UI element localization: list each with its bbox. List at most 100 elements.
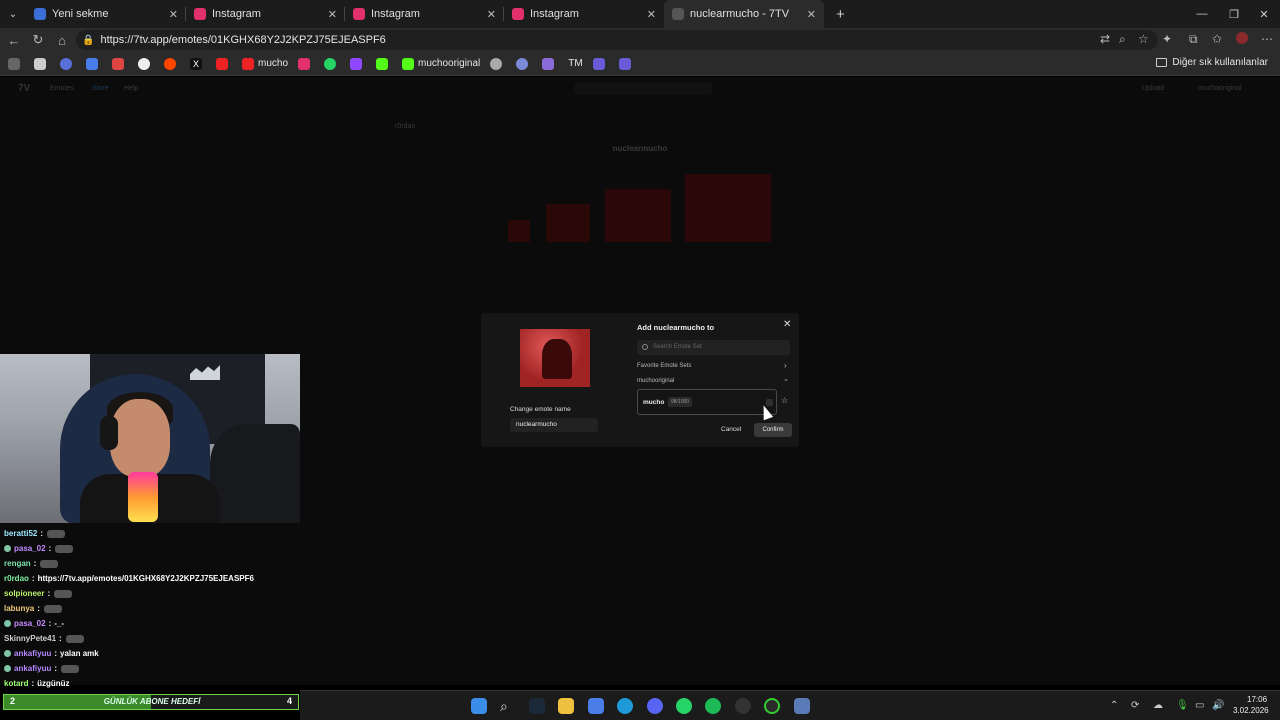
upload-button[interactable]: Upload — [1142, 85, 1164, 92]
new-tab-button[interactable]: + — [836, 6, 845, 23]
app-icon[interactable] — [794, 698, 810, 714]
close-tab-icon[interactable]: ✕ — [487, 8, 496, 21]
bookmark-muchooriginal[interactable]: muchooriginal — [402, 57, 480, 70]
url-field[interactable]: 🔒 https://7tv.app/emotes/01KGHX68Y2J2KPZ… — [76, 30, 1158, 50]
search-icon[interactable]: ⌕ — [500, 698, 516, 714]
tab-instagram-1[interactable]: Instagram ✕ — [186, 0, 345, 28]
address-bar-row: ← ↻ ⌂ 🔒 https://7tv.app/emotes/01KGHX68Y… — [0, 28, 1280, 52]
more-options-icon[interactable]: ⋯ — [1261, 32, 1273, 46]
xbox-icon[interactable] — [764, 698, 780, 714]
emote-set-search-input[interactable]: Search Emote Set — [637, 340, 790, 355]
bookmark-mucho[interactable]: mucho — [242, 57, 288, 70]
zoom-icon[interactable]: ⌕ — [1119, 32, 1126, 47]
site-search-input[interactable] — [574, 81, 712, 95]
close-tab-icon[interactable]: ✕ — [807, 8, 816, 21]
tab-instagram-2[interactable]: Instagram ✕ — [345, 0, 504, 28]
star-icon[interactable]: ☆ — [781, 396, 788, 405]
bookmark-5[interactable] — [542, 57, 558, 70]
cancel-button[interactable]: Cancel — [721, 426, 741, 433]
bookmark-google[interactable] — [138, 57, 154, 70]
restore-icon[interactable]: ❐ — [1218, 0, 1250, 28]
emote-owner[interactable]: r0rdao — [370, 123, 415, 130]
refresh-icon[interactable]: ↻ — [26, 32, 50, 48]
bookmark-4[interactable] — [516, 57, 532, 70]
bookmark-photos[interactable] — [34, 57, 50, 70]
bookmark-reddit[interactable] — [164, 57, 180, 70]
file-explorer-icon[interactable] — [558, 698, 574, 714]
chat-text: https://7tv.app/emotes/01KGHX68Y2J2KPZJ7… — [37, 574, 254, 583]
instagram-icon — [298, 57, 311, 70]
bookmark-7[interactable] — [618, 57, 635, 70]
bookmark-3[interactable] — [490, 57, 506, 70]
other-favorites-folder[interactable]: Diğer sık kullanılanlar — [1156, 57, 1268, 68]
tab-actions-chevron-icon[interactable]: ⌄ — [0, 0, 26, 28]
chevron-down-icon[interactable]: ⌄ — [783, 375, 789, 383]
steam-icon[interactable] — [529, 698, 545, 714]
tab-7tv[interactable]: nuclearmucho - 7TV ✕ — [664, 0, 824, 28]
edge-icon[interactable] — [617, 698, 633, 714]
bookmark-gamepad[interactable] — [8, 57, 24, 70]
owner-emote-sets[interactable]: muchooriginal — [637, 378, 674, 384]
bookmark-whatsapp[interactable] — [324, 57, 340, 70]
split-screen-icon[interactable]: ⧉ — [1189, 32, 1198, 47]
favorite-emote-sets[interactable]: Favorite Emote Sets — [637, 363, 691, 369]
sync-icon[interactable]: ⟳ — [1131, 700, 1139, 711]
display-icon[interactable]: ▭ — [1195, 700, 1204, 711]
chat-badge-icon — [4, 665, 11, 672]
home-icon[interactable]: ⌂ — [50, 33, 74, 48]
extensions-icon[interactable]: ✦ — [1162, 32, 1172, 46]
chevron-up-icon[interactable]: ⌃ — [1110, 700, 1118, 711]
bookmark-1[interactable] — [60, 57, 76, 70]
change-emote-name-label: Change emote name — [510, 406, 571, 413]
close-window-icon[interactable]: ✕ — [1248, 0, 1280, 28]
bookmark-2[interactable] — [86, 57, 102, 70]
profile-avatar[interactable] — [1236, 32, 1248, 44]
clock-time[interactable]: 17:06 — [1247, 695, 1267, 704]
favorite-star-icon[interactable]: ☆ — [1138, 32, 1149, 46]
7tv-logo[interactable]: 7V — [18, 83, 30, 94]
start-icon[interactable] — [471, 698, 487, 714]
close-tab-icon[interactable]: ✕ — [169, 8, 178, 21]
bookmark-gmail[interactable] — [112, 57, 128, 70]
site-icon — [516, 57, 529, 70]
tab-new-tab[interactable]: Yeni sekme ✕ — [26, 0, 186, 28]
cloud-icon[interactable]: ☁ — [1153, 700, 1163, 711]
discord-icon[interactable] — [647, 698, 663, 714]
add-emote-modal: Change emote name nuclearmucho Add nucle… — [481, 313, 799, 447]
bookmark-2[interactable] — [376, 57, 392, 70]
clock-date[interactable]: 3.02.2026 — [1233, 706, 1269, 715]
chevron-right-icon[interactable]: › — [784, 361, 787, 370]
tab-instagram-3[interactable]: Instagram ✕ — [504, 0, 664, 28]
mic-icon[interactable]: 🎙 — [1176, 700, 1189, 711]
emote-set-row[interactable]: mucho 98/1000 — [637, 389, 777, 415]
obs-icon[interactable] — [735, 698, 751, 714]
spotify-icon[interactable] — [705, 698, 721, 714]
bookmark-youtube[interactable] — [216, 57, 232, 70]
favorites-icon[interactable]: ✩ — [1212, 32, 1222, 46]
chat-message: SkinnyPete41: — [0, 631, 300, 646]
bookmark-6[interactable] — [592, 57, 609, 70]
site-nav: 7V Emotes Store Help Upload muchoorigina… — [0, 77, 1280, 99]
volume-icon[interactable]: 🔊 — [1212, 700, 1224, 711]
close-icon[interactable]: ✕ — [783, 319, 791, 330]
bookmark-twitch[interactable] — [350, 57, 366, 70]
minimize-icon[interactable]: — — [1186, 0, 1218, 28]
bookmark-tm[interactable]: TM — [568, 58, 582, 69]
bookmark-instagram[interactable] — [298, 57, 314, 70]
close-tab-icon[interactable]: ✕ — [647, 8, 656, 21]
whatsapp-icon[interactable] — [676, 698, 692, 714]
bookmarks-bar: X mucho muchooriginal TM Diğer sık kulla… — [0, 52, 1280, 76]
emote-name-input[interactable]: nuclearmucho — [510, 418, 598, 432]
search-icon — [642, 344, 648, 350]
nav-help[interactable]: Help — [124, 85, 138, 92]
close-tab-icon[interactable]: ✕ — [328, 8, 337, 21]
store-icon[interactable] — [588, 698, 604, 714]
nav-emotes[interactable]: Emotes — [50, 85, 74, 92]
nav-store[interactable]: Store — [92, 85, 109, 92]
back-icon[interactable]: ← — [2, 33, 26, 48]
user-menu[interactable]: muchooriginal — [1198, 85, 1242, 92]
lock-icon: 🔒 — [82, 34, 95, 46]
bookmark-x[interactable]: X — [190, 57, 206, 70]
translate-icon[interactable]: ⇄ — [1100, 32, 1110, 46]
confirm-button[interactable]: Confirm — [754, 423, 792, 437]
